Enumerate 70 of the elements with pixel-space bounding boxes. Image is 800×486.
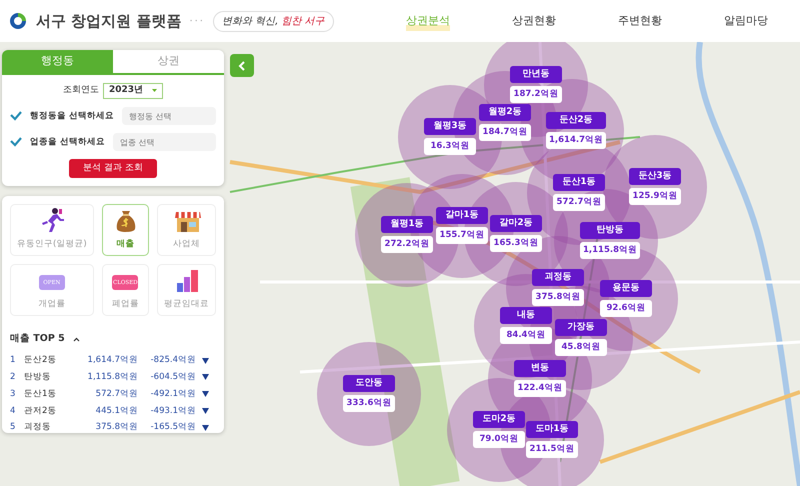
- marker-label[interactable]: 갈마1동: [436, 207, 488, 224]
- change-value: -165.5억원: [150, 421, 196, 433]
- marker-value: 1,115.8억원: [580, 242, 640, 259]
- marker-value: 375.8억원: [532, 289, 584, 306]
- rank-number: 4: [10, 404, 16, 418]
- marker-label[interactable]: 가장동: [555, 319, 607, 336]
- marker-value: 165.3억원: [490, 235, 542, 252]
- separator-dots: ···: [189, 14, 205, 28]
- marker-value: 211.5억원: [526, 441, 578, 458]
- sales-value: 375.8억원: [94, 421, 138, 433]
- filter-field[interactable]: 행정동 선택: [122, 107, 216, 125]
- rank-number: 1: [10, 354, 16, 367]
- marker-label[interactable]: 둔산1동: [553, 174, 605, 191]
- nav-link[interactable]: 알림마당: [724, 10, 768, 32]
- marker-value: 16.3억원: [424, 138, 476, 155]
- district-name: 둔산1동: [24, 388, 58, 400]
- sales-value: 1,115.8억원: [86, 371, 138, 384]
- marker-label[interactable]: 괴정동: [532, 269, 584, 286]
- district-name: 둔산2동: [24, 354, 58, 367]
- year-label: 조회연도: [63, 84, 99, 98]
- marker-value: 155.7억원: [436, 227, 488, 244]
- marker-label[interactable]: 변동: [514, 360, 566, 377]
- change-value: -604.5억원: [150, 371, 196, 384]
- rank-number: 5: [10, 421, 16, 433]
- rank-number: 3: [10, 388, 16, 400]
- marker-value: 1,614.7억원: [546, 132, 606, 149]
- marker-label[interactable]: 내동: [500, 307, 552, 324]
- district-name: 괴정동: [24, 421, 52, 433]
- marker-label[interactable]: 용문동: [600, 280, 652, 297]
- marker-label[interactable]: 만년동: [510, 66, 562, 83]
- marker-value: 92.6억원: [600, 300, 652, 317]
- marker-label[interactable]: 월평1동: [381, 216, 433, 233]
- marker-value: 125.9억원: [629, 188, 681, 205]
- marker-label[interactable]: 갈마2동: [490, 215, 542, 232]
- year-select[interactable]: 2023년: [103, 83, 163, 99]
- nav-link[interactable]: 상권현황: [512, 10, 556, 32]
- district-name: 탄방동: [24, 371, 52, 384]
- marker-value: 572.7억원: [553, 194, 605, 211]
- marker-value: 84.4억원: [500, 327, 552, 344]
- sales-value: 1,614.7억원: [86, 354, 138, 367]
- marker-value: 122.4억원: [514, 380, 566, 397]
- search-button[interactable]: 분석 결과 조회: [69, 159, 157, 178]
- marker-label[interactable]: 둔산2동: [546, 112, 606, 129]
- sales-value: 572.7억원: [94, 388, 138, 400]
- filter-label: 행정동을 선택하세요: [30, 110, 114, 123]
- marker-label[interactable]: 도안동: [343, 375, 395, 392]
- marker-value: 45.8억원: [555, 339, 607, 356]
- marker-label[interactable]: 둔산3동: [629, 168, 681, 185]
- marker-value: 187.2억원: [510, 86, 562, 103]
- district-name: 관저2동: [24, 404, 58, 418]
- marker-label[interactable]: 도마1동: [526, 421, 578, 438]
- marker-value: 184.7억원: [479, 124, 531, 141]
- marker-value: 79.0억원: [473, 431, 525, 448]
- marker-value: 272.2억원: [381, 236, 433, 253]
- change-value: -825.4억원: [150, 354, 196, 367]
- change-value: -493.1억원: [150, 404, 196, 418]
- rank-number: 2: [10, 371, 16, 384]
- marker-label[interactable]: 탄방동: [580, 222, 640, 239]
- sales-value: 445.1억원: [94, 404, 138, 418]
- marker-label[interactable]: 월평3동: [424, 118, 476, 135]
- ranking-title: 매출 TOP 5: [10, 332, 65, 346]
- filter-field[interactable]: 업종 선택: [112, 133, 216, 151]
- marker-label[interactable]: 월평2동: [479, 104, 531, 121]
- nav-link[interactable]: 주변현황: [618, 10, 662, 32]
- change-value: -492.1억원: [150, 388, 196, 400]
- slogan-badge: 변화와 혁신, 힘찬 서구: [213, 10, 334, 32]
- site-title[interactable]: 서구 창업지원 플랫폼: [36, 10, 182, 32]
- filter-label: 업종을 선택하세요: [30, 136, 105, 149]
- marker-label[interactable]: 도마2동: [473, 411, 525, 428]
- marker-value: 333.6억원: [343, 395, 395, 412]
